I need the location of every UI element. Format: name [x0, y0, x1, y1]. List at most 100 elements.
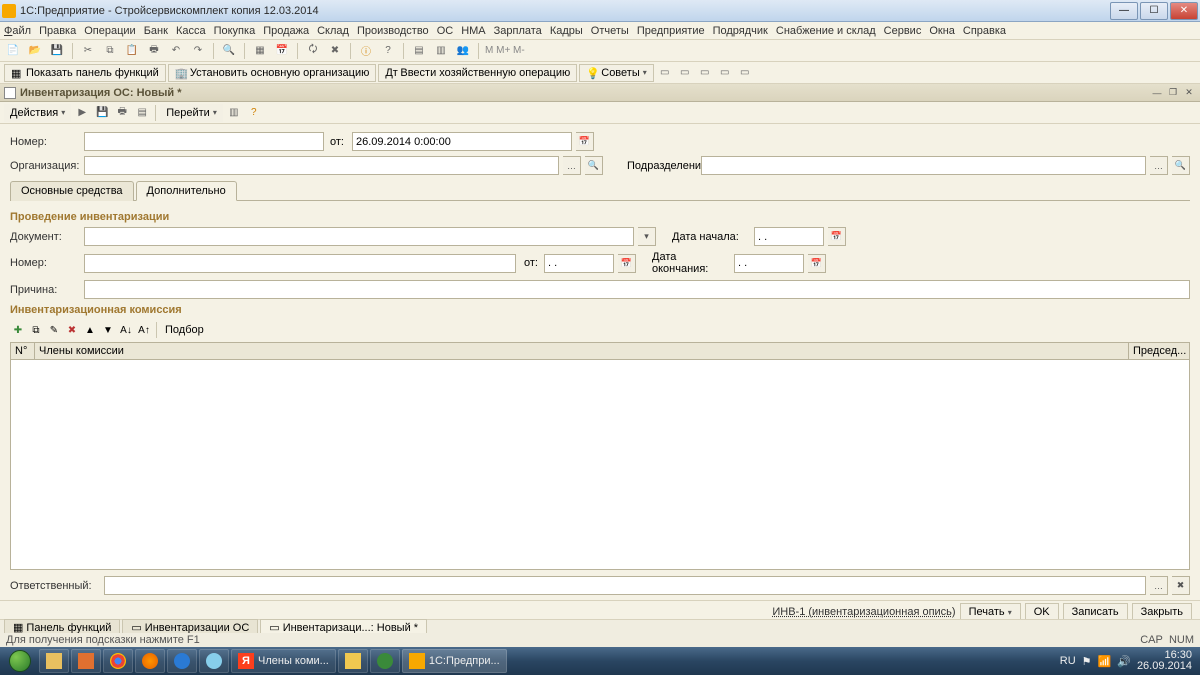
action-print-icon[interactable]: 🖶 [113, 104, 131, 122]
move-up-icon[interactable]: ▲ [82, 322, 98, 338]
selection-button[interactable]: Подбор [161, 322, 208, 338]
task-explorer[interactable] [39, 649, 69, 673]
move-down-icon[interactable]: ▼ [100, 322, 116, 338]
help-icon[interactable]: ⓘ [357, 42, 375, 60]
delete-row-icon[interactable]: ✖ [64, 322, 80, 338]
reason-input[interactable] [84, 280, 1190, 299]
doc1-icon[interactable]: ▭ [656, 64, 674, 82]
goto-dropdown[interactable]: Перейти▾ [160, 104, 223, 122]
responsible-select-button[interactable]: … [1150, 576, 1168, 595]
menu-sale[interactable]: Продажа [263, 25, 309, 37]
task-chrome[interactable] [103, 649, 133, 673]
new-icon[interactable]: 📄 [4, 42, 22, 60]
tray-clock[interactable]: 16:30 26.09.2014 [1137, 650, 1192, 672]
paste-icon[interactable]: 📋 [123, 42, 141, 60]
menu-file[interactable]: ФФайлайл [4, 25, 31, 37]
doc3-icon[interactable]: ▭ [696, 64, 714, 82]
sort-desc-icon[interactable]: A↑ [136, 322, 152, 338]
menu-purchase[interactable]: Покупка [214, 25, 256, 37]
inv-number-input[interactable] [84, 254, 516, 273]
ok-button[interactable]: OK [1025, 603, 1059, 621]
menu-edit[interactable]: Правка [39, 25, 76, 37]
subdiv-input[interactable] [701, 156, 1146, 175]
save-icon[interactable]: 💾 [48, 42, 66, 60]
task-folder[interactable] [338, 649, 368, 673]
col-chairman[interactable]: Председ... [1129, 343, 1189, 359]
action-save-icon[interactable]: 💾 [93, 104, 111, 122]
maximize-button[interactable]: ☐ [1140, 2, 1168, 20]
info-icon[interactable]: ? [379, 42, 397, 60]
org-select-button[interactable]: … [563, 156, 581, 175]
grid-icon[interactable]: ▤ [410, 42, 428, 60]
task-1c-active[interactable]: 1С:Предпри... [402, 649, 507, 673]
menu-windows[interactable]: Окна [929, 25, 955, 37]
start-button[interactable] [2, 647, 38, 675]
menu-enterprise[interactable]: Предприятие [637, 25, 705, 37]
add-row-icon[interactable]: ✚ [10, 322, 26, 338]
tab-extra[interactable]: Дополнительно [136, 181, 237, 201]
menu-bank[interactable]: Банк [144, 25, 168, 37]
menu-nma[interactable]: НМА [461, 25, 485, 37]
copy-row-icon[interactable]: ⧉ [28, 322, 44, 338]
open-icon[interactable]: 📂 [26, 42, 44, 60]
inv1-link[interactable]: ИНВ-1 (инвентаризационная опись) [772, 606, 955, 618]
close-button[interactable]: ✕ [1170, 2, 1198, 20]
end-date-picker-icon[interactable]: 📅 [808, 254, 826, 273]
actions-dropdown[interactable]: Действия▾ [4, 104, 71, 122]
menu-contractor[interactable]: Подрядчик [713, 25, 768, 37]
show-panel-button[interactable]: ▦ Показать панель функций [4, 64, 166, 82]
doc-restore-button[interactable]: ❐ [1166, 86, 1180, 100]
calendar-icon[interactable]: 📅 [273, 42, 291, 60]
print-button[interactable]: Печать ▾ [960, 603, 1021, 621]
start-date-input[interactable]: . . [754, 227, 824, 246]
menu-operations[interactable]: Операции [84, 25, 135, 37]
org-search-icon[interactable]: 🔍 [585, 156, 603, 175]
menu-staff[interactable]: Кадры [550, 25, 583, 37]
col-number[interactable]: N° [11, 343, 35, 359]
cut-icon[interactable]: ✂ [79, 42, 97, 60]
col-members[interactable]: Члены комиссии [35, 343, 1129, 359]
task-firefox[interactable] [135, 649, 165, 673]
menu-reports[interactable]: Отчеты [591, 25, 629, 37]
org-input[interactable] [84, 156, 559, 175]
tray-flag-icon[interactable]: ⚑ [1082, 655, 1092, 668]
tab-main[interactable]: Основные средства [10, 181, 134, 201]
close-doc-button[interactable]: Закрыть [1132, 603, 1192, 621]
grid2-icon[interactable]: ▥ [432, 42, 450, 60]
menu-warehouse[interactable]: Склад [317, 25, 349, 37]
doc4-icon[interactable]: ▭ [716, 64, 734, 82]
print-icon[interactable]: 🖶 [145, 42, 163, 60]
users-icon[interactable]: 👥 [454, 42, 472, 60]
stop-icon[interactable]: ✖ [326, 42, 344, 60]
copy-icon[interactable]: ⧉ [101, 42, 119, 60]
responsible-input[interactable] [104, 576, 1146, 595]
refresh-icon[interactable]: 🗘 [304, 42, 322, 60]
calc-icon[interactable]: ▦ [251, 42, 269, 60]
tray-volume-icon[interactable]: 🔊 [1117, 655, 1131, 668]
task-ie[interactable] [167, 649, 197, 673]
subdiv-select-button[interactable]: … [1150, 156, 1168, 175]
doc5-icon[interactable]: ▭ [736, 64, 754, 82]
doc-dropdown-icon[interactable]: ▾ [638, 227, 656, 246]
end-date-input[interactable]: . . [734, 254, 804, 273]
number-input[interactable] [84, 132, 324, 151]
date-input[interactable]: 26.09.2014 0:00:00 [352, 132, 572, 151]
tips-button[interactable]: 💡 Советы▾ [579, 64, 654, 82]
sort-asc-icon[interactable]: A↓ [118, 322, 134, 338]
menu-os[interactable]: ОС [437, 25, 454, 37]
task-paint[interactable] [199, 649, 229, 673]
task-media[interactable] [71, 649, 101, 673]
save-button[interactable]: Записать [1063, 603, 1128, 621]
date-picker-icon[interactable]: 📅 [576, 132, 594, 151]
start-date-picker-icon[interactable]: 📅 [828, 227, 846, 246]
action-post-icon[interactable]: ▶ [73, 104, 91, 122]
menu-production[interactable]: Производство [357, 25, 429, 37]
minimize-button[interactable]: — [1110, 2, 1138, 20]
month-nav[interactable]: М М+ М- [485, 45, 525, 56]
set-org-button[interactable]: 🏢 Установить основную организацию [168, 64, 377, 82]
responsible-clear-button[interactable]: ✖ [1172, 576, 1190, 595]
edit-row-icon[interactable]: ✎ [46, 322, 62, 338]
doc2-icon[interactable]: ▭ [676, 64, 694, 82]
menu-kassa[interactable]: Касса [176, 25, 206, 37]
menu-salary[interactable]: Зарплата [494, 25, 542, 37]
